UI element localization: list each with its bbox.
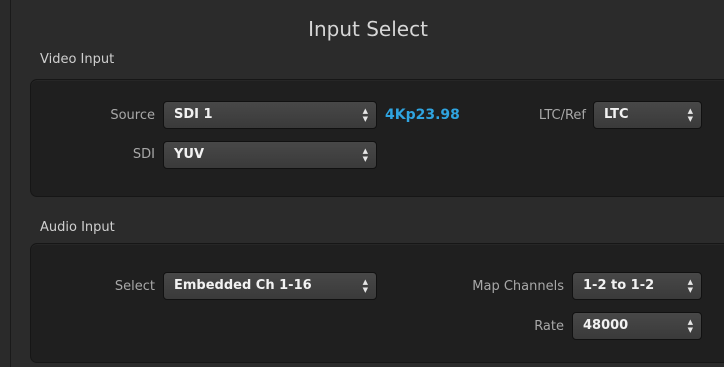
page-title: Input Select [308, 17, 428, 41]
ltc-ref-label: LTC/Ref [538, 108, 586, 123]
source-select-value: SDI 1 [174, 107, 213, 122]
ltc-ref-select[interactable]: LTC ▲ ▼ [593, 101, 702, 129]
source-select[interactable]: SDI 1 ▲ ▼ [163, 101, 377, 129]
audio-input-panel: Select Embedded Ch 1-16 ▲ ▼ Map Channels … [30, 243, 724, 363]
rate-label: Rate [534, 319, 564, 334]
audio-source-select-value: Embedded Ch 1-16 [174, 278, 312, 293]
video-input-heading: Video Input [40, 52, 115, 67]
updown-arrows-icon: ▲ ▼ [362, 107, 368, 123]
source-label: Source [110, 108, 155, 123]
input-select-window: Input Select Video Input Source SDI 1 ▲ ▼… [10, 0, 724, 367]
updown-arrows-icon: ▲ ▼ [687, 318, 693, 334]
video-input-panel: Source SDI 1 ▲ ▼ 4Kp23.98 LTC/Ref LTC ▲ ▼ … [30, 79, 724, 197]
sdi-select[interactable]: YUV ▲ ▼ [163, 141, 377, 169]
updown-arrows-icon: ▲ ▼ [687, 278, 693, 294]
updown-arrows-icon: ▲ ▼ [362, 147, 368, 163]
rate-select[interactable]: 48000 ▲ ▼ [572, 312, 702, 340]
rate-select-value: 48000 [583, 318, 629, 333]
detected-format: 4Kp23.98 [385, 107, 460, 123]
map-channels-select[interactable]: 1-2 to 1-2 ▲ ▼ [572, 272, 702, 300]
updown-arrows-icon: ▲ ▼ [362, 278, 368, 294]
audio-select-label: Select [114, 279, 155, 294]
ltc-ref-select-value: LTC [604, 107, 629, 122]
audio-input-heading: Audio Input [40, 220, 115, 235]
audio-source-select[interactable]: Embedded Ch 1-16 ▲ ▼ [163, 272, 377, 300]
map-channels-label: Map Channels [472, 279, 564, 294]
sdi-select-value: YUV [174, 147, 205, 162]
map-channels-select-value: 1-2 to 1-2 [583, 278, 655, 293]
updown-arrows-icon: ▲ ▼ [687, 107, 693, 123]
sdi-label: SDI [132, 147, 155, 162]
